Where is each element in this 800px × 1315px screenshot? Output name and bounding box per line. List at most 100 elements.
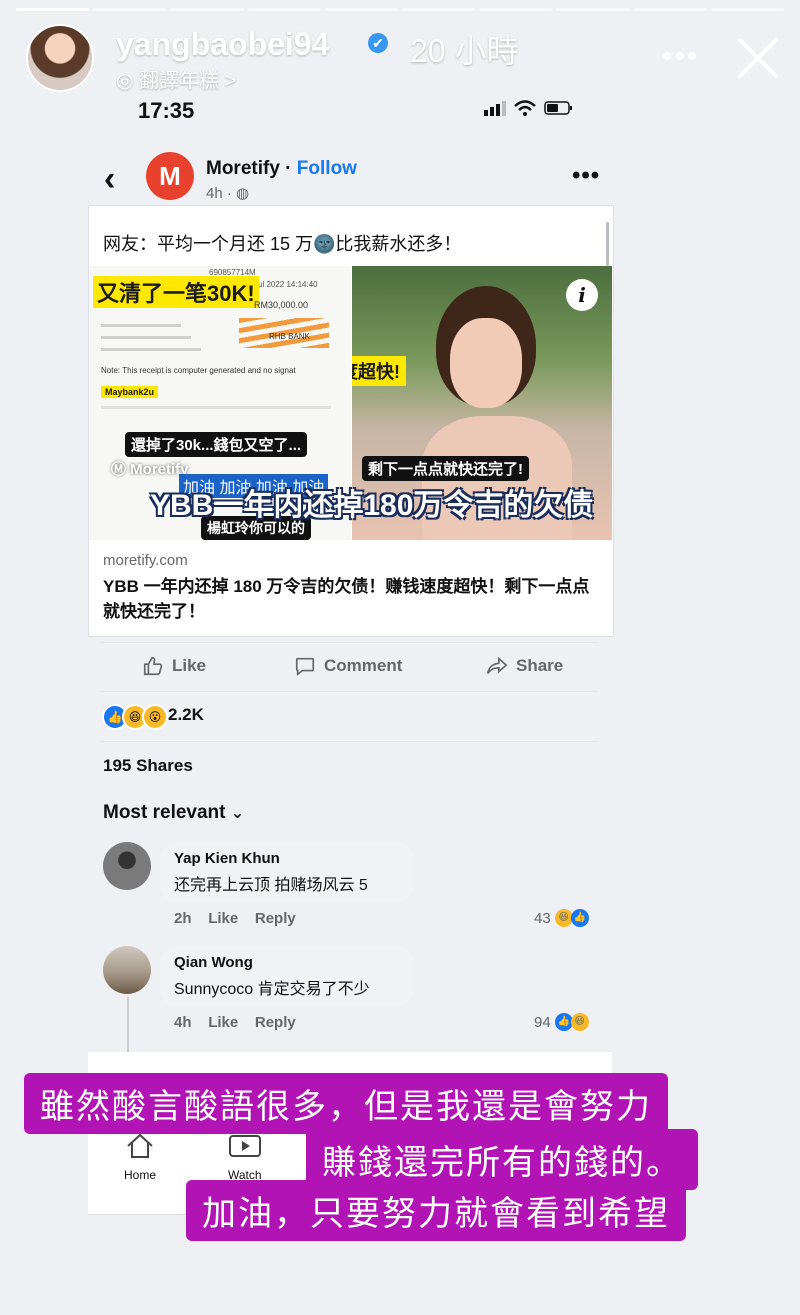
like-reaction-icon: 👍 [570, 909, 589, 927]
comment-reactions[interactable]: 43 😆 👍 [534, 909, 589, 927]
like-label: Like [172, 656, 207, 675]
globe-icon: ◍ [236, 185, 250, 202]
back-chevron-icon[interactable]: ‹ [104, 160, 115, 199]
comment-label: Comment [324, 656, 403, 675]
receipt-brand: Maybank2u [101, 386, 159, 398]
progress-segment [16, 8, 90, 11]
translate-icon: ◎ [116, 70, 140, 92]
share-button[interactable]: Share [486, 655, 563, 677]
receipt-bank: RHB BANK [269, 332, 310, 341]
story-progress [16, 8, 785, 11]
status-icons [484, 100, 574, 116]
link-domain[interactable]: moretify.com [103, 552, 188, 569]
story-time: 20 小時 [410, 33, 519, 69]
post-more-icon[interactable]: ••• [572, 162, 600, 190]
post-actions: Like Comment Share [100, 642, 598, 692]
name-separator: · [279, 158, 297, 179]
page-name[interactable]: Moretify [206, 158, 280, 179]
reaction-icons[interactable]: 👍 😆 😮 [102, 704, 168, 730]
comment-reply-button[interactable]: Reply [255, 910, 296, 927]
face-shape [450, 318, 522, 408]
watch-icon[interactable] [228, 1134, 262, 1160]
reply-thread-line [127, 997, 129, 1055]
haha-reaction-icon: 😆 [554, 909, 573, 927]
progress-segment [633, 8, 707, 11]
translate-label: 翻譯年糕 [139, 70, 220, 92]
reaction-count[interactable]: 2.2K [168, 705, 204, 725]
receipt-note: Note: This receipt is computer generated… [101, 366, 296, 375]
sort-dropdown[interactable]: Most relevant ⌄ [103, 802, 244, 824]
progress-segment [324, 8, 399, 11]
banner-fast: 赚钱速度超快! [352, 356, 406, 386]
comment-meta: 2h Like Reply [174, 910, 296, 927]
progress-segment [479, 8, 553, 11]
comment-bubble: Yap Kien Khun 还完再上云顶 拍赌场风云 5 [160, 842, 414, 903]
commenter-name[interactable]: Qian Wong [174, 954, 400, 971]
comment-time: 4h [174, 1014, 192, 1031]
comment-text: 还完再上云顶 拍赌场风云 5 [174, 877, 368, 894]
receipt-amount: RM30,000.00 [254, 300, 309, 310]
commenter-name[interactable]: Yap Kien Khun [174, 850, 400, 867]
comment-reply-button[interactable]: Reply [255, 1014, 296, 1031]
wifi-icon [514, 100, 536, 116]
page-logo[interactable]: M [146, 152, 194, 200]
comment-button[interactable]: Comment [294, 655, 402, 677]
watermark: Ⓜ Moretify [111, 461, 189, 478]
share-icon [487, 656, 508, 674]
comment-reactions[interactable]: 94 👍 😆 [534, 1013, 589, 1031]
nav-home-label[interactable]: Home [124, 1168, 156, 1182]
comment-like-button[interactable]: Like [208, 910, 238, 927]
status-time: 17:35 [138, 98, 195, 123]
like-reaction-icon: 👍 [554, 1013, 573, 1031]
image-caption: YBB一年内还掉180万令吉的欠债 [150, 489, 594, 522]
progress-segment [402, 8, 476, 11]
progress-segment [710, 8, 785, 11]
wow-reaction-icon: 😮 [142, 704, 168, 730]
follow-button[interactable]: Follow [297, 158, 357, 179]
comment-like-button[interactable]: Like [208, 1014, 238, 1031]
post-meta: 4h · ◍ [206, 184, 249, 202]
haha-reaction-icon: 😆 [570, 1013, 589, 1031]
progress-segment [170, 8, 244, 11]
share-label: Share [516, 656, 564, 675]
comment-icon [295, 657, 315, 676]
link-headline[interactable]: YBB 一年内还掉 180 万令吉的欠债！赚钱速度超快！剩下一点点就快还完了！ [103, 574, 603, 624]
chevron-right-icon: > [224, 70, 237, 92]
story-avatar[interactable] [26, 24, 94, 92]
sticker-paid: 還掉了30k...錢包又空了... [125, 432, 308, 457]
close-icon[interactable] [736, 36, 780, 80]
comment-reaction-count: 43 [534, 909, 551, 927]
more-options-icon[interactable]: ••• [662, 40, 700, 74]
overlay-caption-line3: 加油，只要努力就會看到希望 [186, 1180, 686, 1241]
progress-segment [93, 8, 167, 11]
sort-label: Most relevant [103, 802, 226, 823]
overlay-caption-line1: 雖然酸言酸語很多，但是我還是會努力 [24, 1073, 668, 1134]
commenter-avatar[interactable] [103, 842, 151, 890]
progress-segment [247, 8, 321, 11]
chevron-down-icon: ⌄ [230, 805, 245, 822]
progress-segment [556, 8, 630, 11]
banner-almost: 剩下一点点就快还完了! [362, 456, 529, 481]
comment-text: Sunnycoco 肯定交易了不少 [174, 981, 370, 998]
divider [100, 741, 598, 742]
receipt-date: Jul 2022 14:14:40 [254, 280, 318, 289]
story-username[interactable]: yangbaobei94 [116, 26, 329, 63]
shares-count[interactable]: 195 Shares [103, 756, 193, 776]
translate-link[interactable]: ◎ 翻譯年糕 > [116, 64, 236, 93]
info-icon[interactable]: i [566, 279, 598, 311]
commenter-avatar[interactable] [103, 946, 151, 994]
verified-badge-icon: ✔ [368, 33, 388, 53]
comment-reaction-count: 94 [534, 1013, 551, 1031]
thumbs-up-icon [143, 656, 163, 676]
comment-meta: 4h Like Reply [174, 1014, 296, 1031]
post-text: 网友：平均一个月还 15 万🌚比我薪水还多！ [103, 234, 462, 254]
comment-bubble: Qian Wong Sunnycoco 肯定交易了不少 [160, 946, 414, 1007]
signal-icon [484, 101, 506, 116]
post-time: 4h · [206, 185, 237, 202]
banner-top: 又清了一笔30K! [93, 276, 259, 308]
scrollbar[interactable] [606, 222, 609, 266]
comment-time: 2h [174, 910, 192, 927]
page-name-row: Moretify · Follow [206, 158, 357, 180]
like-button[interactable]: Like [142, 655, 206, 677]
home-icon[interactable] [124, 1132, 156, 1160]
